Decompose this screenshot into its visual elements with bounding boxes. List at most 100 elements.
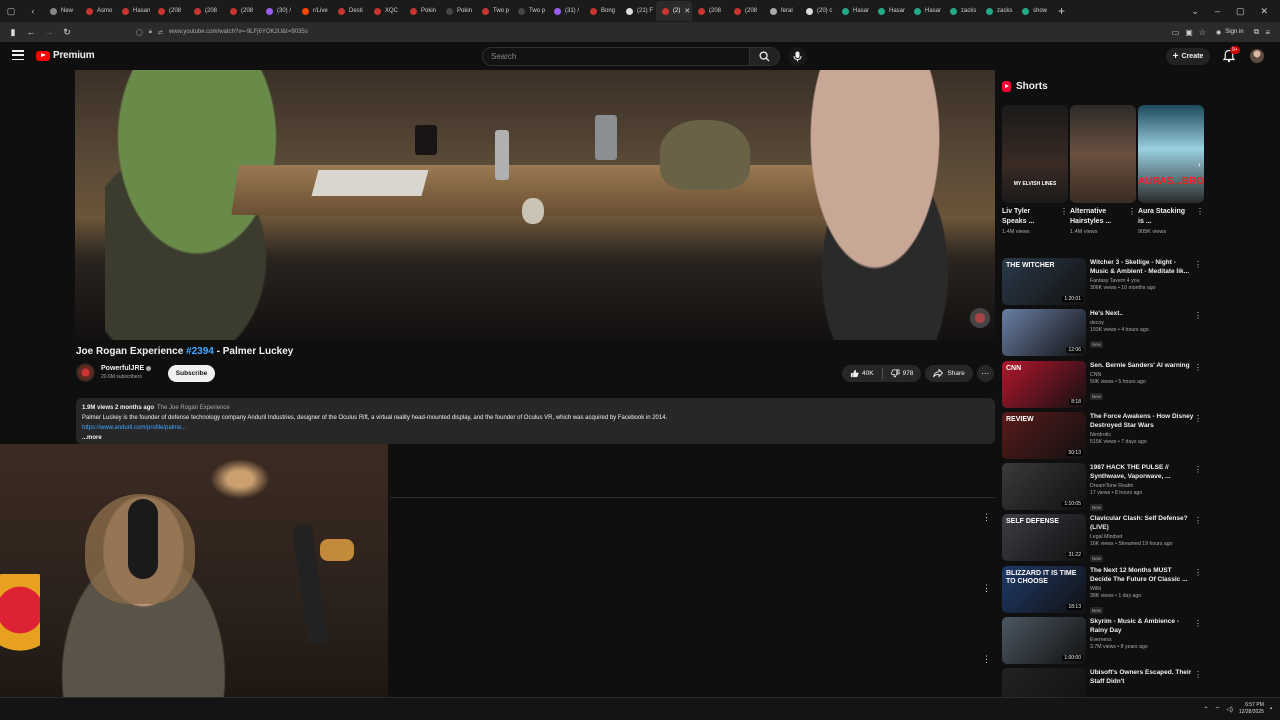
sidebar-toggle-icon[interactable]: ▮ xyxy=(4,23,22,41)
tab-actions-icon[interactable]: ▢ xyxy=(4,4,18,18)
browser-tab[interactable]: (20) c xyxy=(800,1,836,21)
lock-icon[interactable]: 🔒︎ xyxy=(149,29,152,36)
recommendation-kebab-icon[interactable]: ⋮ xyxy=(1194,465,1202,474)
browser-tab[interactable]: Hasar xyxy=(908,1,944,21)
browser-tab[interactable]: Asmo xyxy=(80,1,116,21)
forward-icon[interactable]: → xyxy=(40,23,58,41)
browser-tab[interactable]: Two p xyxy=(512,1,548,21)
recommendation-kebab-icon[interactable]: ⋮ xyxy=(1194,260,1202,269)
more-actions-button[interactable]: ⋯ xyxy=(976,365,994,382)
recommendation-thumbnail[interactable]: REVIEW 50:13 xyxy=(1002,411,1086,459)
recommendation-item[interactable]: REVIEW 50:13 The Force Awakens - How Disne… xyxy=(1002,411,1208,463)
search-input[interactable]: Search xyxy=(482,47,750,66)
create-button[interactable]: + Create xyxy=(1166,48,1210,65)
short-title[interactable]: Alternative Hairstyles ... xyxy=(1070,207,1122,227)
recommendation-channel[interactable]: DreamTone Realm xyxy=(1090,483,1194,489)
dislike-button[interactable]: 978 xyxy=(883,365,922,382)
tracking-icon[interactable]: ◯ xyxy=(136,29,143,36)
browser-tab[interactable]: r/Live xyxy=(296,1,332,21)
browser-tab[interactable]: (31) / xyxy=(548,1,584,21)
channel-name[interactable]: PowerfulJRE xyxy=(101,365,144,372)
reload-icon[interactable]: ↻ xyxy=(58,23,76,41)
browser-tab[interactable]: Bong xyxy=(584,1,620,21)
recommendation-thumbnail[interactable]: 12:06 xyxy=(1002,309,1086,357)
recommendation-thumbnail[interactable]: THE WITCHER 1:20:01 xyxy=(1002,258,1086,305)
maximize-icon[interactable]: ▢ xyxy=(1236,6,1245,17)
extensions-icon[interactable]: ⧉ xyxy=(1254,27,1260,37)
network-icon[interactable]: ⌔ xyxy=(1215,705,1221,713)
recommendation-kebab-icon[interactable]: ⋮ xyxy=(1194,516,1202,525)
browser-tab[interactable]: XQC xyxy=(368,1,404,21)
browser-tab[interactable]: New xyxy=(44,1,80,21)
recommendation-item[interactable]: CNN 8:18 Sen. Bernie Sanders' AI warning CN… xyxy=(1002,360,1208,412)
recommendation-item[interactable]: 12:06 He's Next.. decoy 193K views • 4 hour… xyxy=(1002,309,1208,360)
browser-tab[interactable]: Hasar xyxy=(836,1,872,21)
short-thumbnail[interactable]: AURAS...BROKEN xyxy=(1138,105,1204,203)
short-kebab-icon[interactable]: ⋮ xyxy=(1060,207,1068,235)
recommendation-channel[interactable]: decoy xyxy=(1090,320,1194,326)
recommendation-channel[interactable]: Everness xyxy=(1090,637,1194,643)
close-tab-icon[interactable]: ✕ xyxy=(684,7,690,15)
recommendation-title[interactable]: Ubisoft's Owners Escaped. Their Staff Di… xyxy=(1090,668,1194,686)
recommendation-item[interactable]: 1:00:00 Skyrim - Music & Ambience - Rainy… xyxy=(1002,617,1208,668)
browser-tab[interactable]: (208 xyxy=(152,1,188,21)
browser-tab[interactable]: Pokin xyxy=(404,1,440,21)
short-title[interactable]: Liv Tyler Speaks ... xyxy=(1002,207,1054,227)
browser-tab[interactable]: (208 xyxy=(728,1,764,21)
short-thumbnail[interactable] xyxy=(1070,105,1136,203)
browser-tab[interactable]: feral xyxy=(764,1,800,21)
recommendation-kebab-icon[interactable]: ⋮ xyxy=(1194,414,1202,423)
recommendation-kebab-icon[interactable]: ⋮ xyxy=(1194,363,1202,372)
browser-tab[interactable]: (2) ✕ xyxy=(656,1,692,21)
browser-tab[interactable]: (30) / xyxy=(260,1,296,21)
comment-kebab-icon[interactable]: ⋮ xyxy=(982,583,991,594)
short-kebab-icon[interactable]: ⋮ xyxy=(1128,207,1136,235)
video-hashtag-link[interactable]: #2394 xyxy=(186,346,214,357)
cast-icon[interactable]: ▭ xyxy=(1172,28,1180,37)
subscribe-button[interactable]: Subscribe xyxy=(168,365,215,382)
close-window-icon[interactable]: ✕ xyxy=(1260,6,1268,17)
short-kebab-icon[interactable]: ⋮ xyxy=(1196,207,1204,235)
recommendation-thumbnail[interactable]: BLIZZARD IT IS TIME TO CHOOSE 18:13 xyxy=(1002,565,1086,613)
short-thumbnail[interactable]: MY ELVISH LINES xyxy=(1002,105,1068,203)
guide-menu-icon[interactable] xyxy=(12,50,24,60)
recommendation-title[interactable]: Skyrim - Music & Ambience - Rainy Day xyxy=(1090,617,1194,635)
sign-in-button[interactable]: ◉ Sign in xyxy=(1216,29,1244,36)
short-item[interactable]: Alternative Hairstyles ... 1.4M views ⋮ xyxy=(1070,105,1136,235)
permissions-icon[interactable]: ⇄ xyxy=(158,29,163,36)
comment-kebab-icon[interactable]: ⋮ xyxy=(982,654,991,665)
recommendation-item[interactable]: SELF DEFENSE 31:22 Clavicular Clash: Self … xyxy=(1002,514,1208,565)
browser-tab[interactable]: (208 xyxy=(692,1,728,21)
recommendation-item[interactable]: 1:10:05 1987 HACK THE PULSE // Synthwave,… xyxy=(1002,463,1208,514)
menu-icon[interactable]: ≡ xyxy=(1265,28,1270,37)
address-bar[interactable]: ◯ 🔒︎ ⇄ www.youtube.com/watch?v=-9LFj6YOK… xyxy=(136,25,1076,39)
short-item[interactable]: AURAS...BROKEN Aura Stacking is ... 905K v… xyxy=(1138,105,1204,235)
video-player[interactable] xyxy=(75,70,995,340)
tab-list-icon[interactable]: ‹ xyxy=(26,4,40,18)
recommendation-title[interactable]: The Force Awakens - How Disney Destroyed… xyxy=(1090,412,1194,430)
browser-tab[interactable]: Hasan xyxy=(116,1,152,21)
search-button[interactable] xyxy=(750,47,780,66)
description-link[interactable]: https://www.anduril.com/profile/palme... xyxy=(82,423,989,433)
recommendation-item[interactable]: THE WITCHER 1:20:01 Witcher 3 - Skellige -… xyxy=(1002,258,1208,309)
bookmark-star-icon[interactable]: ☆ xyxy=(1199,28,1206,37)
browser-tab[interactable]: (208 xyxy=(224,1,260,21)
picture-in-picture-icon[interactable]: ▣ xyxy=(1185,28,1193,37)
browser-tab[interactable]: zacks xyxy=(980,1,1016,21)
description-tag[interactable]: The Joe Rogan Experience xyxy=(157,405,230,411)
recommendation-kebab-icon[interactable]: ⋮ xyxy=(1194,568,1202,577)
recommendation-kebab-icon[interactable]: ⋮ xyxy=(1194,619,1202,628)
show-more-button[interactable]: ...more xyxy=(82,433,989,443)
recommendation-channel[interactable]: Fantasy Tavern 4 you xyxy=(1090,278,1194,284)
comment-kebab-icon[interactable]: ⋮ xyxy=(982,512,991,523)
like-button[interactable]: 40K xyxy=(842,365,882,382)
recommendation-title[interactable]: The Next 12 Months MUST Decide The Futur… xyxy=(1090,566,1194,584)
browser-tab[interactable]: show xyxy=(1016,1,1052,21)
back-icon[interactable]: ← xyxy=(22,23,40,41)
recommendation-channel[interactable]: CNN xyxy=(1090,372,1194,378)
recommendation-title[interactable]: Clavicular Clash: Self Defense? (LIVE) xyxy=(1090,514,1194,532)
recommendation-thumbnail[interactable]: 1:00:00 xyxy=(1002,617,1086,665)
recommendation-thumbnail[interactable]: CNN 8:18 xyxy=(1002,360,1086,408)
browser-tab[interactable]: zacks xyxy=(944,1,980,21)
recommendation-thumbnail[interactable]: SELF DEFENSE 31:22 xyxy=(1002,514,1086,562)
